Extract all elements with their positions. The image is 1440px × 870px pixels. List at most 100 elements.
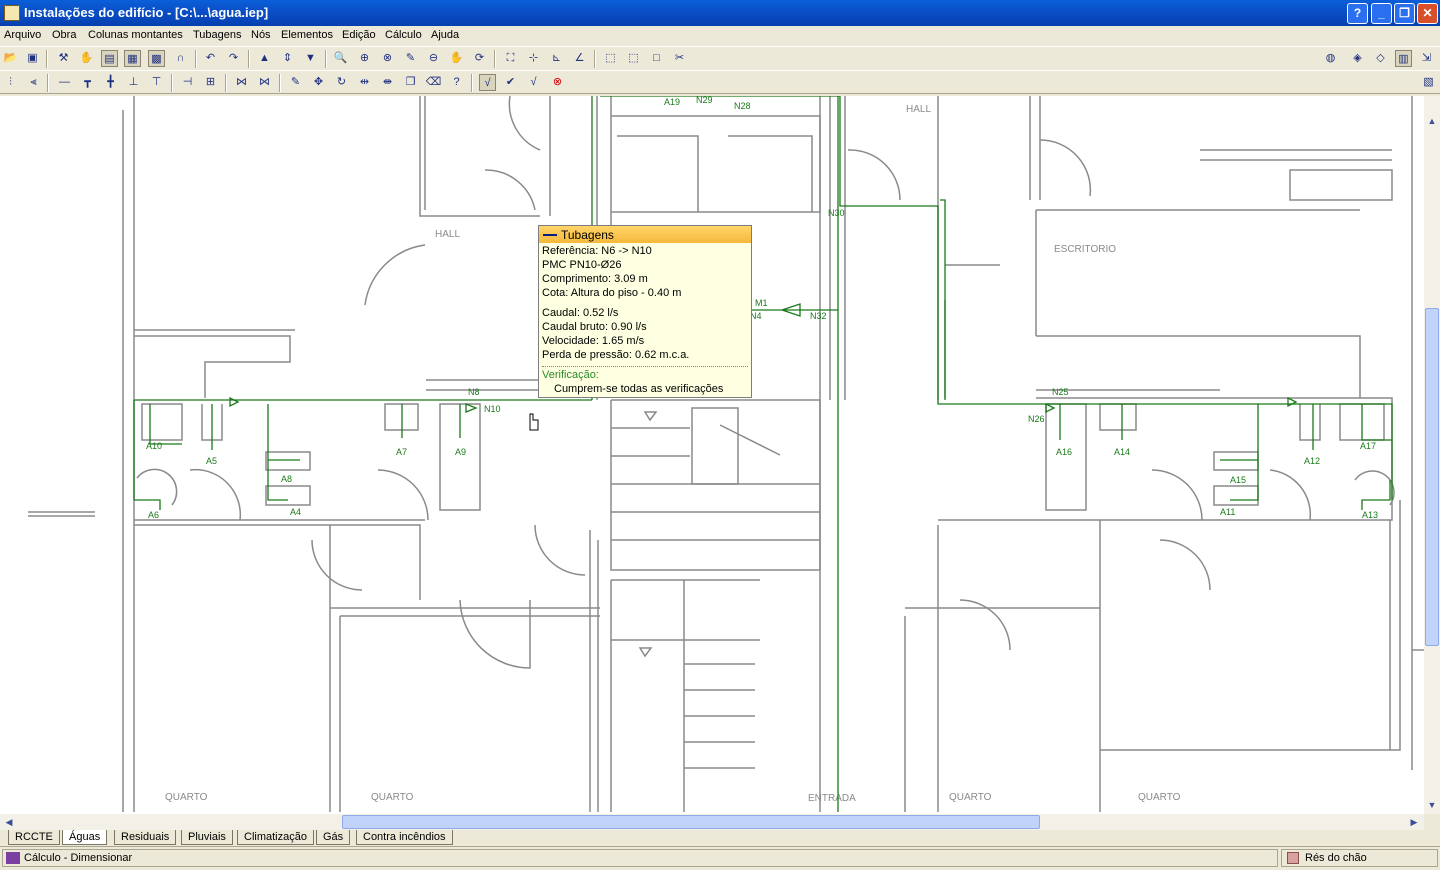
palette-icon[interactable]: ▧ <box>1420 74 1437 91</box>
tab-residuais[interactable]: Residuais <box>114 830 177 845</box>
check-sqrt-icon[interactable]: √ <box>479 74 496 91</box>
mirror-icon[interactable]: ⇹ <box>356 74 373 91</box>
move-icon[interactable]: ✥ <box>310 74 327 91</box>
pipe-tool-icon[interactable]: ⚒ <box>55 50 72 67</box>
split-icon[interactable]: ⊣ <box>179 74 196 91</box>
open-icon[interactable]: 📂 <box>2 50 19 67</box>
riser-node-icon[interactable]: ⫷ <box>25 74 42 91</box>
drawing-canvas[interactable]: HALL HALL ESCRITORIO QUARTO QUARTO ENTRA… <box>0 96 1424 814</box>
scroll-up-icon[interactable]: ▲ <box>1425 114 1439 128</box>
magnet-icon[interactable]: ∩ <box>172 50 189 67</box>
node-down-icon[interactable]: ⊤ <box>148 74 165 91</box>
menu-tubagens[interactable]: Tubagens <box>193 29 242 41</box>
status-floor[interactable]: Rés do chão <box>1281 849 1438 867</box>
help-button[interactable]: ? <box>1347 3 1368 24</box>
tools-icon[interactable]: ✂ <box>671 50 688 67</box>
grid-icon[interactable]: ▩ <box>148 50 165 67</box>
node-up-icon[interactable]: ⊥ <box>125 74 142 91</box>
node-icon[interactable]: ╋ <box>102 74 119 91</box>
orthogonal-icon[interactable]: ⊾ <box>548 50 565 67</box>
pipe-icon[interactable]: — <box>56 74 73 91</box>
tab-rccte[interactable]: RCCTE <box>8 830 60 845</box>
zoom-out-icon[interactable]: ⊖ <box>425 50 442 67</box>
menu-edicao[interactable]: Edição <box>342 29 376 41</box>
scroll-down-icon[interactable]: ▼ <box>1425 798 1439 812</box>
menu-calculo[interactable]: Cálculo <box>385 29 422 41</box>
book-icon <box>6 852 20 864</box>
menu-elementos[interactable]: Elementos <box>281 29 333 41</box>
horizontal-scroll-thumb[interactable] <box>342 815 1040 829</box>
fixture-label: A17 <box>1360 441 1376 451</box>
cancel-icon[interactable]: ⊗ <box>549 74 566 91</box>
pencil-zoom-icon[interactable]: ✎ <box>402 50 419 67</box>
level-both-icon[interactable]: ⇕ <box>279 50 296 67</box>
menu-obra[interactable]: Obra <box>52 29 76 41</box>
vertical-scrollbar[interactable]: ▲ ▼ <box>1424 96 1440 814</box>
pipe-line-icon <box>543 234 557 236</box>
layout-icon[interactable]: ▥ <box>1395 50 1412 67</box>
redo-icon[interactable]: ↷ <box>225 50 242 67</box>
tab-climatizacao[interactable]: Climatização <box>237 830 314 845</box>
hand-cursor-icon <box>529 413 539 431</box>
menu-nos[interactable]: Nós <box>251 29 271 41</box>
close-button[interactable]: ✕ <box>1417 3 1438 24</box>
export-icon[interactable]: ⇲ <box>1418 50 1435 67</box>
undo-icon[interactable]: ↶ <box>202 50 219 67</box>
check-all-icon[interactable]: √ <box>525 74 542 91</box>
horizontal-scrollbar[interactable]: ◀ ▶ <box>0 814 1424 830</box>
tab-pluviais[interactable]: Pluviais <box>181 830 233 845</box>
fixture-label: A15 <box>1230 475 1246 485</box>
zoom-window-icon[interactable]: 🔍 <box>332 50 349 67</box>
eraser-icon[interactable]: ⌫ <box>425 74 442 91</box>
level-down-icon[interactable]: ▼ <box>302 50 319 67</box>
mirror-alt-icon[interactable]: ⇼ <box>379 74 396 91</box>
snap-icon[interactable]: ⊹ <box>525 50 542 67</box>
dxf-icon[interactable]: ▦ <box>124 50 141 67</box>
fixture-label: A14 <box>1114 447 1130 457</box>
level-up-icon[interactable]: ▲ <box>256 50 273 67</box>
globe-icon[interactable]: ◍ <box>1322 50 1339 67</box>
save-icon[interactable]: ▣ <box>24 50 41 67</box>
angle-icon[interactable]: ∠ <box>571 50 588 67</box>
select-icon[interactable]: ⬚ <box>602 50 619 67</box>
3d-view-icon[interactable]: ◈ <box>1349 50 1366 67</box>
pan-icon[interactable]: ✋ <box>448 50 465 67</box>
zoom-all-icon[interactable]: ⊕ <box>356 50 373 67</box>
room-label-quarto: QUARTO <box>371 792 414 803</box>
menu-bar: Arquivo Obra Colunas montantes Tubagens … <box>0 26 1440 46</box>
scroll-right-icon[interactable]: ▶ <box>1407 815 1421 829</box>
rotate-icon[interactable]: ↻ <box>333 74 350 91</box>
riser-icon[interactable]: ⫶ <box>2 74 19 91</box>
fixture-label: A6 <box>148 510 159 520</box>
valve-alt-icon[interactable]: ⋈ <box>256 74 273 91</box>
binoculars-icon[interactable]: ⛶ <box>502 50 519 67</box>
text-box-icon[interactable]: ▤ <box>101 50 118 67</box>
rectangle-icon[interactable]: □ <box>648 50 665 67</box>
valve-icon[interactable]: ⋈ <box>233 74 250 91</box>
zoom-scale-icon[interactable]: ⊗ <box>379 50 396 67</box>
menu-colunas-montantes[interactable]: Colunas montantes <box>88 29 183 41</box>
hand-icon[interactable]: ✋ <box>78 50 95 67</box>
menu-arquivo[interactable]: Arquivo <box>4 29 41 41</box>
check-icon[interactable]: ✔ <box>502 74 519 91</box>
info-icon[interactable]: ? <box>448 74 465 91</box>
tooltip-title: Tubagens <box>561 228 614 242</box>
redraw-icon[interactable]: ⟳ <box>471 50 488 67</box>
tab-contra-incendios[interactable]: Contra incêndios <box>356 830 453 845</box>
app-icon[interactable] <box>4 5 20 21</box>
tab-gas[interactable]: Gás <box>316 830 351 845</box>
vertical-scroll-thumb[interactable] <box>1425 308 1439 646</box>
edit-pencil-icon[interactable]: ✎ <box>287 74 304 91</box>
copy-icon[interactable]: ❐ <box>402 74 419 91</box>
scroll-left-icon[interactable]: ◀ <box>2 815 16 829</box>
title-bar: Instalações do edifício - [C:\...\agua.i… <box>0 0 1440 26</box>
minimize-button[interactable]: _ <box>1371 3 1392 24</box>
restore-button[interactable]: ❐ <box>1394 3 1415 24</box>
join-icon[interactable]: ⊞ <box>202 74 219 91</box>
tee-icon[interactable]: ┳ <box>79 74 96 91</box>
installation-tabs: RCCTE Águas Residuais Pluviais Climatiza… <box>0 830 1440 846</box>
select-red-icon[interactable]: ⬚ <box>625 50 642 67</box>
3d-model-icon[interactable]: ◇ <box>1372 50 1389 67</box>
tab-aguas[interactable]: Águas <box>62 830 108 845</box>
menu-ajuda[interactable]: Ajuda <box>431 29 459 41</box>
